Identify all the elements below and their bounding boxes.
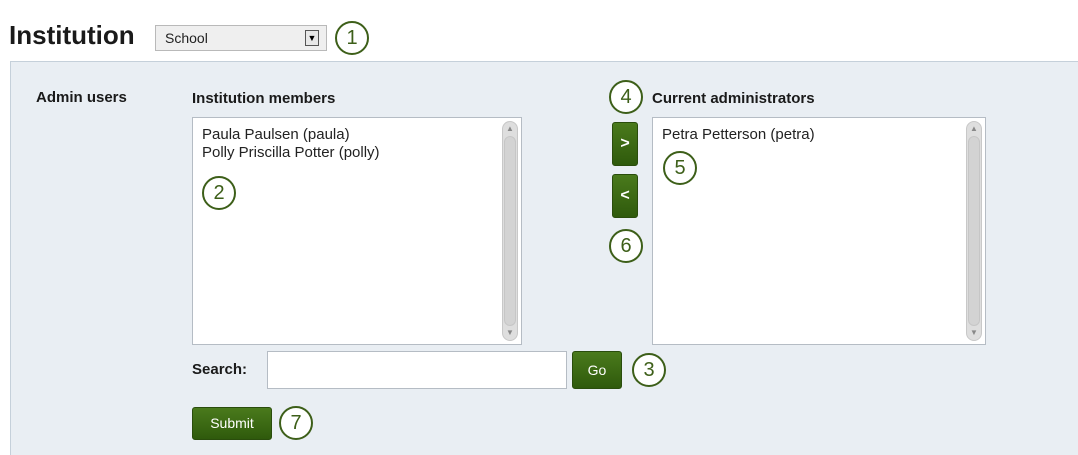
callout-6: 6 — [609, 229, 643, 263]
member-item[interactable]: Paula Paulsen (paula) — [202, 126, 380, 144]
submit-button[interactable]: Submit — [192, 407, 272, 440]
admin-users-label: Admin users — [36, 89, 127, 106]
institution-members-label: Institution members — [192, 90, 336, 107]
members-scroll-thumb[interactable] — [504, 136, 516, 326]
callout-4: 4 — [609, 80, 643, 114]
remove-admin-button[interactable]: < — [612, 174, 638, 218]
institution-members-list[interactable]: Paula Paulsen (paula) Polly Priscilla Po… — [192, 117, 522, 345]
scroll-up-icon[interactable]: ▲ — [503, 122, 517, 136]
callout-5: 5 — [663, 151, 697, 185]
members-scrollbar[interactable]: ▲ ▼ — [502, 121, 518, 341]
admins-scrollbar[interactable]: ▲ ▼ — [966, 121, 982, 341]
add-admin-button[interactable]: > — [612, 122, 638, 166]
dropdown-arrow-icon[interactable]: ▼ — [305, 30, 319, 46]
go-button[interactable]: Go — [572, 351, 622, 389]
search-label: Search: — [192, 361, 248, 378]
callout-2: 2 — [202, 176, 236, 210]
callout-1: 1 — [335, 21, 369, 55]
institution-select-value: School — [165, 30, 208, 46]
member-item[interactable]: Polly Priscilla Potter (polly) — [202, 144, 380, 162]
scroll-up-icon[interactable]: ▲ — [967, 122, 981, 136]
scroll-down-icon[interactable]: ▼ — [967, 326, 981, 340]
search-input[interactable] — [267, 351, 567, 389]
callout-3: 3 — [632, 353, 666, 387]
admins-scroll-thumb[interactable] — [968, 136, 980, 326]
callout-7: 7 — [279, 406, 313, 440]
institution-select[interactable]: School ▼ — [155, 25, 327, 51]
admin-item[interactable]: Petra Petterson (petra) — [662, 126, 815, 144]
current-administrators-label: Current administrators — [652, 90, 815, 107]
current-administrators-list[interactable]: Petra Petterson (petra) ▲ ▼ — [652, 117, 986, 345]
page-title: Institution — [9, 20, 135, 50]
scroll-down-icon[interactable]: ▼ — [503, 326, 517, 340]
